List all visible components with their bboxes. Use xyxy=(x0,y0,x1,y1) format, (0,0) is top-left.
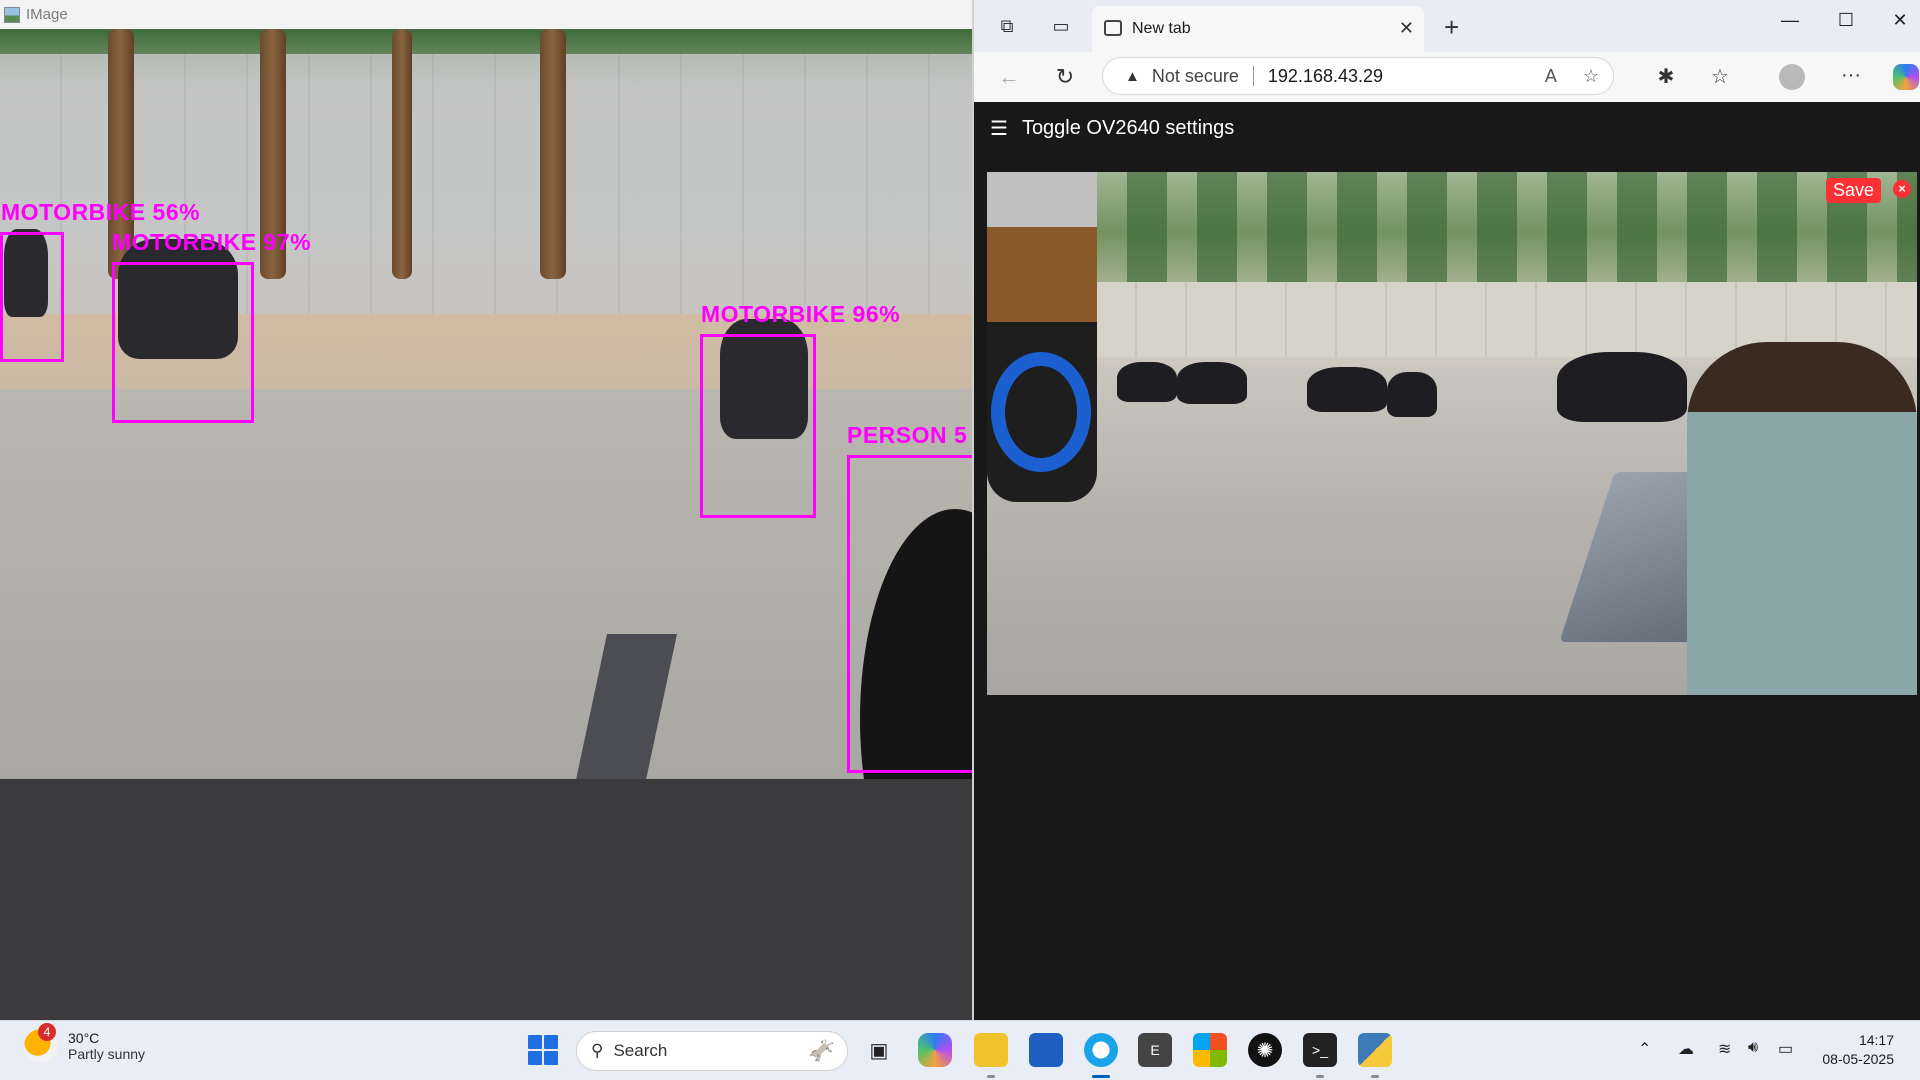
python-icon[interactable] xyxy=(1358,1033,1392,1067)
minimize-icon[interactable]: — xyxy=(1770,10,1810,31)
tab-new-tab[interactable]: New tab ✕ xyxy=(1092,6,1424,52)
settings-toggle-label[interactable]: Toggle OV2640 settings xyxy=(1022,117,1234,140)
detection-box-motorbike xyxy=(0,232,64,362)
notification-badge: 4 xyxy=(38,1023,56,1041)
weather-widget[interactable]: 4 30°C Partly sunny xyxy=(24,1023,146,1063)
refresh-icon[interactable]: ↻ xyxy=(1050,63,1080,91)
favorites-icon[interactable]: ☆ xyxy=(1705,64,1735,89)
camera-stream: Save × xyxy=(987,172,1917,695)
stream-motorbike xyxy=(1387,372,1437,417)
file-explorer-icon[interactable] xyxy=(974,1033,1008,1067)
back-icon[interactable]: ← xyxy=(994,63,1024,91)
detection-label: MOTORBIKE 56% xyxy=(1,199,201,225)
weather-condition: Partly sunny xyxy=(68,1046,146,1062)
detection-label: MOTORBIKE 96% xyxy=(701,301,901,327)
address-bar[interactable]: ▲ Not secure 192.168.43.29 A ☆ xyxy=(1102,57,1614,95)
tree-trunk xyxy=(392,29,412,279)
warning-icon[interactable]: ▲ xyxy=(1125,68,1140,85)
security-label[interactable]: Not secure xyxy=(1152,66,1239,87)
start-tile xyxy=(528,1051,542,1065)
clock-date: 08-05-2025 xyxy=(1822,1051,1894,1067)
image-window-title: IMage xyxy=(26,6,68,23)
taskbar: 4 30°C Partly sunny ⚲ Search 🫏 ▣ E ✺ >_ … xyxy=(0,1020,1920,1080)
stream-person xyxy=(1687,342,1917,695)
copilot-taskbar-icon[interactable] xyxy=(918,1033,952,1067)
image-app-icon xyxy=(4,6,20,23)
wifi-icon[interactable]: ≋ xyxy=(1718,1039,1731,1059)
ground xyxy=(0,389,972,779)
microsoft-store-icon[interactable] xyxy=(1029,1033,1063,1067)
browser-window[interactable]: ⧉ ▭ ◍ New tab ✕ + — ☐ ✕ ← ↻ ▲ Not secure… xyxy=(972,0,1920,1020)
stream-riders xyxy=(1557,352,1687,422)
favorite-star-icon[interactable]: ☆ xyxy=(1583,66,1599,87)
address-separator xyxy=(1252,66,1254,86)
close-tab-icon[interactable]: ✕ xyxy=(1399,18,1414,39)
save-button[interactable]: Save xyxy=(1825,178,1881,203)
running-indicator-active xyxy=(1092,1075,1110,1078)
stream-trees xyxy=(987,172,1917,292)
partly-sunny-icon: 4 xyxy=(24,1023,58,1063)
maximize-icon[interactable]: ☐ xyxy=(1826,10,1866,31)
chatgpt-icon[interactable]: ✺ xyxy=(1248,1033,1282,1067)
extensions-icon[interactable]: ✱ xyxy=(1651,64,1681,89)
browser-toolbar: ← ↻ ▲ Not secure 192.168.43.29 A ☆ ✱ ☆ ·… xyxy=(974,52,1920,102)
volume-icon[interactable]: 🔊︎ xyxy=(1748,1039,1758,1057)
detection-label: MOTORBIKE 97% xyxy=(112,229,312,255)
battery-icon[interactable]: ▭ xyxy=(1778,1039,1793,1059)
running-indicator xyxy=(987,1075,995,1078)
stream-motorbike xyxy=(1307,367,1387,412)
stream-motorbike xyxy=(1117,362,1177,402)
image-window[interactable]: IMage MOTORBIKE 56% MOTORBIKE 97% MOTORB… xyxy=(0,0,972,1020)
close-stream-icon[interactable]: × xyxy=(1893,180,1911,198)
image-window-titlebar[interactable]: IMage xyxy=(0,0,972,29)
close-window-icon[interactable]: ✕ xyxy=(1880,10,1920,31)
workspaces-icon[interactable]: ⧉ xyxy=(992,12,1022,40)
task-view-icon[interactable]: ▣ xyxy=(862,1033,896,1067)
running-indicator xyxy=(1316,1075,1324,1078)
read-aloud-icon[interactable]: A xyxy=(1545,66,1557,87)
search-icon: ⚲ xyxy=(591,1041,604,1060)
tab-actions-icon[interactable]: ▭ xyxy=(1046,12,1076,40)
edge-icon[interactable] xyxy=(1084,1033,1118,1067)
search-highlight-icon: 🫏 xyxy=(807,1038,835,1063)
copilot-icon[interactable] xyxy=(1893,64,1919,90)
tab-strip: ⧉ ▭ ◍ New tab ✕ + — ☐ ✕ xyxy=(974,0,1920,52)
profile-avatar[interactable] xyxy=(1779,64,1805,90)
onedrive-cloud-icon[interactable]: ☁ xyxy=(1678,1039,1694,1059)
terminal-icon[interactable]: >_ xyxy=(1303,1033,1337,1067)
app-e-icon[interactable]: E xyxy=(1138,1033,1172,1067)
search-label: Search xyxy=(613,1041,668,1060)
start-tile xyxy=(544,1035,558,1049)
detection-box-motorbike xyxy=(112,262,254,423)
start-tile xyxy=(528,1035,542,1049)
detection-box-motorbike xyxy=(700,334,816,518)
detection-frame: MOTORBIKE 56% MOTORBIKE 97% MOTORBIKE 96… xyxy=(0,29,972,779)
weather-temperature: 30°C xyxy=(68,1030,100,1046)
url-text[interactable]: 192.168.43.29 xyxy=(1268,66,1383,87)
microsoft-365-icon[interactable] xyxy=(1193,1033,1227,1067)
drone-coil xyxy=(991,352,1091,472)
start-button[interactable] xyxy=(528,1035,558,1065)
show-hidden-icons-icon[interactable]: ⌃ xyxy=(1638,1039,1651,1059)
more-options-icon[interactable]: ··· xyxy=(1836,64,1866,87)
tab-page-icon xyxy=(1104,20,1122,36)
hamburger-icon[interactable]: ☰ xyxy=(990,116,1008,141)
start-tile xyxy=(544,1051,558,1065)
new-tab-icon[interactable]: + xyxy=(1444,12,1459,43)
detection-label: PERSON 5 xyxy=(847,422,968,448)
tree-trunk xyxy=(540,29,566,279)
detection-box-person xyxy=(847,455,972,773)
settings-toggle[interactable]: ☰ Toggle OV2640 settings xyxy=(990,116,1234,141)
stream-motorbike xyxy=(1177,362,1247,404)
system-clock[interactable]: 14:17 08-05-2025 xyxy=(1822,1031,1894,1069)
running-indicator xyxy=(1371,1075,1379,1078)
clock-time: 14:17 xyxy=(1858,1032,1894,1048)
taskbar-search[interactable]: ⚲ Search 🫏 xyxy=(576,1031,848,1071)
tab-title: New tab xyxy=(1132,20,1191,37)
camera-web-page: ☰ Toggle OV2640 settings Save × xyxy=(974,102,1920,1020)
